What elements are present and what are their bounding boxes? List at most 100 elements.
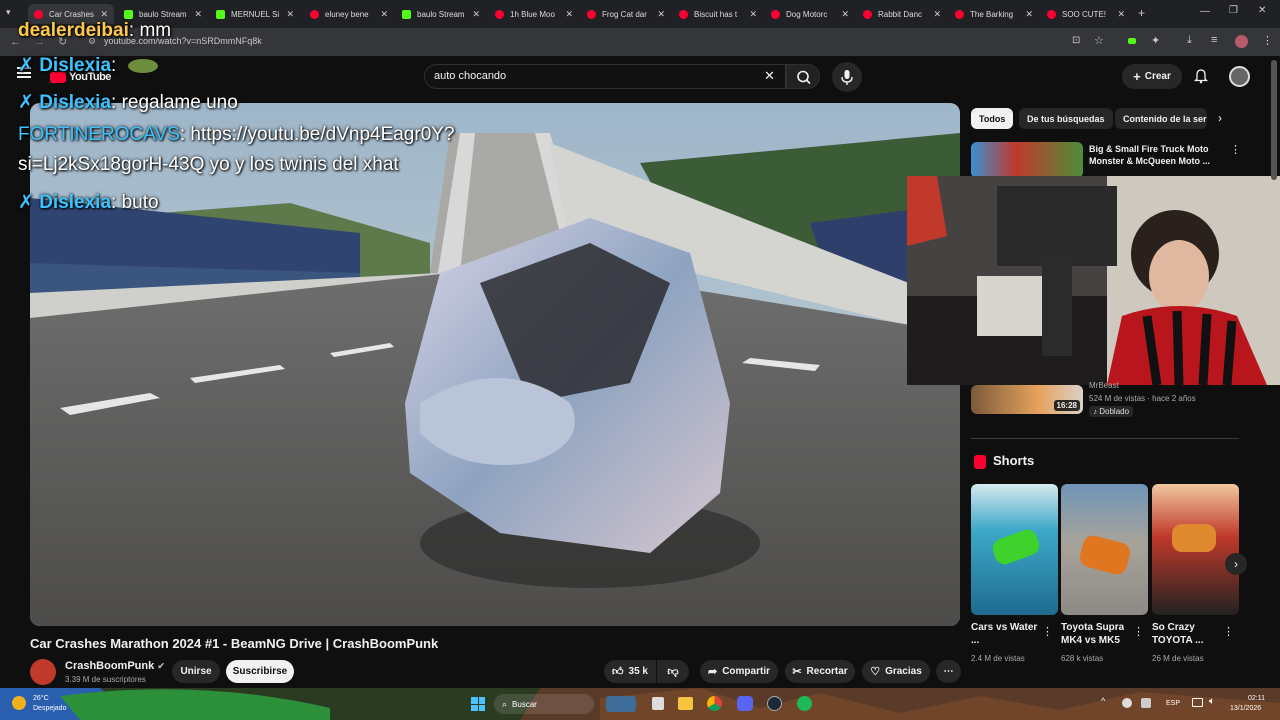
tab-list-button[interactable]: ▾ bbox=[6, 7, 20, 21]
close-tab-icon[interactable]: ✕ bbox=[841, 9, 849, 20]
widgets-app-icon[interactable] bbox=[606, 696, 636, 712]
create-button[interactable]: + Crear bbox=[1122, 64, 1182, 89]
chips-next-icon[interactable]: › bbox=[1218, 111, 1222, 125]
clear-search-icon[interactable]: ✕ bbox=[764, 68, 775, 84]
clock-time[interactable]: 02:11 bbox=[1248, 695, 1265, 702]
tab-biscuit[interactable]: Biscuit has t ✕ bbox=[679, 4, 757, 24]
search-input[interactable]: auto chocando bbox=[434, 70, 506, 82]
install-icon[interactable]: ⊡ bbox=[1072, 35, 1080, 46]
tab-rabbit-dance[interactable]: Rabbit Danc ✕ bbox=[863, 4, 941, 24]
weather-temp[interactable]: 26°C bbox=[33, 695, 49, 702]
clip-button[interactable]: ✂ Recortar bbox=[785, 660, 855, 683]
chip-series-content[interactable]: Contenido de la ser bbox=[1115, 108, 1207, 129]
video-player[interactable] bbox=[30, 103, 960, 626]
like-button[interactable]: 👍︎ 35 k bbox=[604, 660, 656, 683]
close-tab-icon[interactable]: ✕ bbox=[749, 9, 757, 20]
close-tab-icon[interactable]: ✕ bbox=[933, 9, 941, 20]
short-views: 628 k vistas bbox=[1061, 654, 1104, 663]
extensions-icon[interactable]: ✦ bbox=[1151, 34, 1160, 47]
chip-from-searches[interactable]: De tus búsquedas bbox=[1019, 108, 1113, 129]
close-tab-icon[interactable]: ✕ bbox=[100, 9, 108, 20]
account-avatar[interactable] bbox=[1229, 66, 1250, 87]
tab-mernuel[interactable]: MERNUEL Si ✕ bbox=[216, 4, 294, 24]
reading-list-icon[interactable]: ≡ bbox=[1211, 34, 1217, 46]
spotify-icon[interactable] bbox=[797, 696, 812, 711]
new-tab-icon[interactable]: + bbox=[1138, 6, 1145, 20]
search-button[interactable] bbox=[786, 64, 820, 89]
steam-icon[interactable] bbox=[767, 696, 782, 711]
tab-baulo-stream-2[interactable]: baulo Stream ✕ bbox=[402, 4, 480, 24]
short-title[interactable]: So Crazy TOYOTA ... bbox=[1152, 621, 1222, 647]
subscribe-button[interactable]: Suscribirse bbox=[226, 660, 294, 683]
extension-green-icon[interactable] bbox=[1128, 38, 1136, 44]
notifications-bell-icon[interactable] bbox=[1193, 68, 1209, 89]
close-tab-icon[interactable]: ✕ bbox=[1117, 9, 1125, 20]
tray-chevron-icon[interactable]: ^ bbox=[1101, 696, 1105, 706]
chat-badge-icon: ✗ bbox=[18, 92, 34, 113]
youtube-icon bbox=[863, 9, 872, 19]
close-tab-icon[interactable]: ✕ bbox=[286, 9, 294, 20]
clock-date[interactable]: 13/1/2026 bbox=[1230, 705, 1261, 712]
close-tab-icon[interactable]: ✕ bbox=[565, 9, 573, 20]
thanks-button[interactable]: ♡ Gracias bbox=[862, 660, 930, 683]
share-button[interactable]: ➦ Compartir bbox=[700, 660, 778, 683]
network-icon[interactable] bbox=[1192, 698, 1203, 707]
tab-label: The Barking bbox=[970, 9, 1014, 19]
browser-menu-icon[interactable]: ⋮ bbox=[1262, 34, 1273, 47]
tab-frog-cat[interactable]: Frog Cat dar ✕ bbox=[587, 4, 665, 24]
channel-avatar[interactable] bbox=[30, 659, 56, 685]
chrome-icon[interactable] bbox=[707, 696, 722, 711]
taskbar-background-art bbox=[0, 688, 1280, 720]
recommended-channel[interactable]: MrBeast bbox=[1089, 381, 1119, 390]
short-thumbnail[interactable] bbox=[1152, 484, 1239, 615]
short-thumbnail[interactable] bbox=[1061, 484, 1148, 615]
frog-emote-icon bbox=[127, 58, 158, 73]
profile-avatar-icon[interactable] bbox=[1235, 35, 1248, 48]
task-view-icon[interactable] bbox=[652, 697, 664, 710]
close-window-icon[interactable]: ✕ bbox=[1258, 5, 1266, 16]
short-menu-icon[interactable]: ⋮ bbox=[1133, 625, 1144, 638]
close-tab-icon[interactable]: ✕ bbox=[1025, 9, 1033, 20]
tab-dog-motorcycle[interactable]: Dog Motorc ✕ bbox=[771, 4, 849, 24]
tab-soo-cute[interactable]: SOO CUTE! ✕ bbox=[1047, 4, 1125, 24]
close-tab-icon[interactable]: ✕ bbox=[657, 9, 665, 20]
language-indicator[interactable]: ESP bbox=[1166, 700, 1180, 707]
more-actions-button[interactable]: ⋯ bbox=[936, 660, 961, 683]
close-tab-icon[interactable]: ✕ bbox=[472, 9, 480, 20]
taskbar-search-label: Buscar bbox=[512, 699, 537, 709]
join-button[interactable]: Unirse bbox=[172, 660, 220, 683]
close-tab-icon[interactable]: ✕ bbox=[380, 9, 388, 20]
recommended-thumbnail[interactable]: 16:28 bbox=[971, 385, 1083, 414]
tab-blue-moon[interactable]: 1h Blue Moo ✕ bbox=[495, 4, 573, 24]
short-menu-icon[interactable]: ⋮ bbox=[1042, 625, 1053, 638]
discord-icon[interactable] bbox=[737, 696, 753, 711]
channel-name[interactable]: CrashBoomPunk ✔ bbox=[65, 660, 165, 672]
start-windows-icon[interactable] bbox=[471, 697, 485, 711]
orange-car-graphic bbox=[1172, 524, 1216, 552]
dislike-button[interactable]: 👎︎ bbox=[657, 660, 689, 683]
bookmark-star-icon[interactable]: ☆ bbox=[1094, 34, 1104, 47]
short-title[interactable]: Cars vs Water ... bbox=[971, 621, 1041, 647]
chip-all[interactable]: Todos bbox=[971, 108, 1014, 129]
tray-app-icon[interactable] bbox=[1141, 698, 1151, 708]
page-scrollbar[interactable] bbox=[1271, 60, 1277, 180]
shorts-next-button[interactable]: › bbox=[1225, 553, 1247, 575]
maximize-icon[interactable]: ❐ bbox=[1229, 5, 1238, 16]
voice-search-button[interactable] bbox=[832, 62, 862, 92]
minimize-icon[interactable]: — bbox=[1200, 6, 1210, 17]
file-explorer-icon[interactable] bbox=[678, 697, 693, 710]
short-menu-icon[interactable]: ⋮ bbox=[1223, 625, 1234, 638]
recommended-thumbnail[interactable] bbox=[971, 142, 1083, 178]
download-icon[interactable]: ⤓ bbox=[1187, 34, 1192, 47]
tab-eluney[interactable]: eluney bene ✕ bbox=[310, 4, 388, 24]
weather-icon[interactable] bbox=[12, 696, 26, 710]
video-menu-icon[interactable]: ⋮ bbox=[1230, 143, 1241, 156]
short-thumbnail[interactable] bbox=[971, 484, 1058, 615]
short-title[interactable]: Toyota Supra MK4 vs MK5 bbox=[1061, 621, 1131, 647]
close-tab-icon[interactable]: ✕ bbox=[194, 9, 202, 20]
recommended-title[interactable]: Big & Small Fire Truck Moto Monster & Mc… bbox=[1089, 143, 1224, 167]
volume-icon[interactable]: 🔈︎ bbox=[1209, 696, 1215, 707]
taskbar-search[interactable]: ⌕ Buscar bbox=[494, 694, 594, 714]
tray-app-icon[interactable] bbox=[1122, 698, 1132, 708]
tab-barking[interactable]: The Barking ✕ bbox=[955, 4, 1033, 24]
